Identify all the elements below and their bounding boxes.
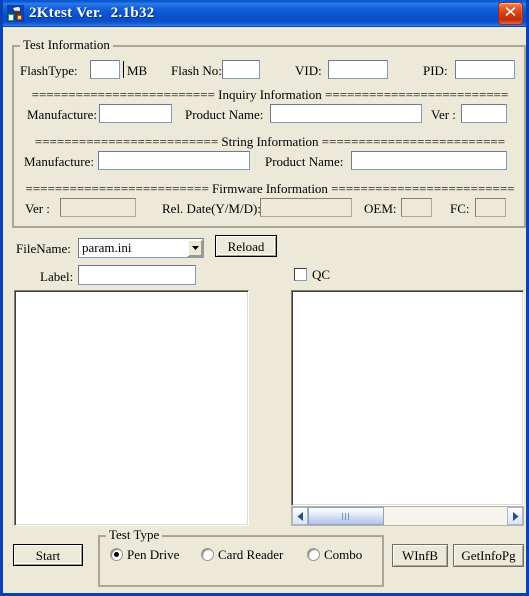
- firmware-ver-input[interactable]: [60, 198, 136, 217]
- firmware-rel-date-label: Rel. Date(Y/M/D):: [162, 201, 261, 216]
- qc-label: QC: [312, 267, 331, 282]
- getinfopg-button-label: GetInfoPg: [461, 548, 516, 563]
- scroll-right-arrow-icon[interactable]: [507, 507, 523, 525]
- close-icon: [505, 7, 516, 16]
- close-button[interactable]: [498, 2, 523, 25]
- inquiry-product-name-label: Product Name:: [185, 107, 264, 122]
- radio-card-reader-label: Card Reader: [218, 547, 284, 562]
- string-product-name-label: Product Name:: [265, 154, 344, 169]
- flashtype-label: FlashType:: [20, 63, 78, 78]
- title-bar: 2Ktest Ver. 2.1b32: [3, 0, 526, 27]
- flashno-label: Flash No:: [171, 63, 222, 78]
- firmware-ver-label: Ver :: [25, 201, 50, 216]
- reload-button-label: Reload: [227, 238, 265, 254]
- left-log-content: [15, 291, 248, 295]
- chevron-down-icon[interactable]: [187, 239, 203, 257]
- test-type-legend: Test Type: [106, 528, 163, 542]
- firmware-information-separator: ========================= Firmware Infor…: [25, 181, 515, 196]
- string-product-name-input[interactable]: [351, 151, 507, 170]
- firmware-rel-date-input[interactable]: [260, 198, 352, 217]
- pid-input[interactable]: [455, 60, 515, 79]
- window-title: 2Ktest Ver. 2.1b32: [29, 4, 155, 21]
- label-field-label: Label:: [40, 269, 74, 284]
- right-log-panel[interactable]: [291, 290, 524, 506]
- getinfopg-button[interactable]: GetInfoPg: [453, 544, 524, 567]
- scroll-left-arrow-icon[interactable]: [292, 507, 308, 525]
- right-panel-horizontal-scrollbar[interactable]: [291, 506, 524, 526]
- filename-combobox-value: param.ini: [82, 240, 132, 255]
- radio-card-reader[interactable]: [201, 548, 214, 561]
- vid-label: VID:: [295, 63, 322, 78]
- inquiry-ver-input[interactable]: [461, 104, 507, 123]
- firmware-oem-label: OEM:: [364, 201, 397, 216]
- label-input[interactable]: [78, 265, 196, 285]
- inquiry-manufacture-label: Manufacture:: [27, 107, 98, 122]
- flashtype-input[interactable]: [90, 60, 120, 79]
- scrollbar-thumb[interactable]: [308, 507, 384, 525]
- reload-button[interactable]: Reload: [215, 235, 277, 257]
- string-information-separator: ========================= String Informa…: [34, 134, 506, 149]
- qc-checkbox[interactable]: [294, 268, 307, 281]
- inquiry-ver-label: Ver :: [431, 107, 456, 122]
- filename-label: FileName:: [16, 241, 71, 256]
- winfb-button-label: WInfB: [401, 548, 439, 563]
- scrollbar-grip-icon: [342, 512, 350, 520]
- inquiry-information-separator: ========================= Inquiry Inform…: [31, 87, 509, 102]
- winfb-button[interactable]: WInfB: [392, 544, 448, 567]
- test-information-legend: Test Information: [20, 38, 113, 52]
- radio-pen-drive-dot: [114, 552, 119, 557]
- radio-pen-drive[interactable]: [110, 548, 123, 561]
- inquiry-product-name-input[interactable]: [270, 104, 422, 123]
- flashtype-divider: [123, 61, 124, 78]
- radio-pen-drive-label: Pen Drive: [127, 547, 180, 562]
- radio-combo-label: Combo: [324, 547, 363, 562]
- string-manufacture-input[interactable]: [98, 151, 250, 170]
- vid-input[interactable]: [328, 60, 388, 79]
- start-button-label: Start: [35, 547, 61, 563]
- left-log-panel[interactable]: [14, 290, 249, 526]
- start-button[interactable]: Start: [13, 544, 83, 566]
- firmware-fc-input[interactable]: [475, 198, 506, 217]
- firmware-fc-label: FC:: [450, 201, 470, 216]
- pid-label: PID:: [423, 63, 448, 78]
- inquiry-manufacture-input[interactable]: [99, 104, 172, 123]
- flashno-input[interactable]: [222, 60, 260, 79]
- app-icon: [7, 4, 24, 22]
- right-log-content: [292, 291, 523, 295]
- scrollbar-track[interactable]: [308, 507, 507, 525]
- flashtype-unit-label: MB: [127, 63, 148, 78]
- string-manufacture-label: Manufacture:: [24, 154, 95, 169]
- radio-combo[interactable]: [307, 548, 320, 561]
- application-window: 2Ktest Ver. 2.1b32 Test Information Flas…: [0, 0, 529, 596]
- firmware-oem-input[interactable]: [401, 198, 432, 217]
- filename-combobox[interactable]: param.ini: [78, 238, 204, 258]
